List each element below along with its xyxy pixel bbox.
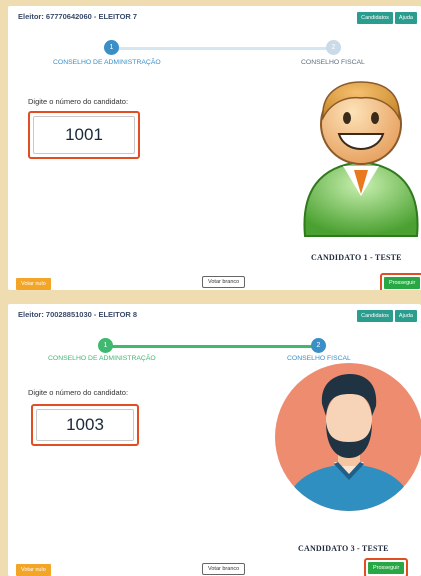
null-vote-button[interactable]: Votar nulo xyxy=(16,278,51,290)
step-2-label: CONSELHO FISCAL xyxy=(301,59,365,66)
candidate-number-prompt: Digite o número do candidato: xyxy=(28,388,129,397)
top-actions: Candidatos Ajuda xyxy=(357,12,417,24)
top-actions: Candidatos Ajuda xyxy=(357,310,417,322)
proceed-highlight: Prosseguir xyxy=(364,558,409,576)
progress-line xyxy=(106,345,320,348)
candidate-number-input[interactable]: 1001 xyxy=(33,116,135,154)
candidate-number-highlight: 1003 xyxy=(31,404,139,446)
candidate-name: CANDIDATO 3 - TESTE xyxy=(298,544,389,553)
progress-line xyxy=(112,47,337,50)
candidates-button[interactable]: Candidatos xyxy=(357,12,393,24)
proceed-highlight: Prosseguir xyxy=(380,273,421,290)
step-2-indicator: 2 xyxy=(326,40,341,55)
candidate-number-highlight: 1001 xyxy=(28,111,140,159)
candidates-button[interactable]: Candidatos xyxy=(357,310,393,322)
blank-vote-button[interactable]: Votar branco xyxy=(202,276,246,288)
candidate-number-prompt: Digite o número do candidato: xyxy=(28,97,129,106)
proceed-button[interactable]: Prosseguir xyxy=(384,277,421,289)
proceed-button[interactable]: Prosseguir xyxy=(368,562,405,574)
bearded-man-avatar-icon xyxy=(275,363,421,511)
candidate-number-input[interactable]: 1003 xyxy=(36,409,134,441)
voter-label: Eleitor: 70028851030 - ELEITOR 8 xyxy=(18,310,138,319)
step-1-indicator: 1 xyxy=(104,40,119,55)
blank-vote-button[interactable]: Votar branco xyxy=(202,563,246,575)
candidate-name: CANDIDATO 1 - TESTE xyxy=(311,253,402,262)
step-1-label: CONSELHO DE ADMINISTRAÇÃO xyxy=(48,355,156,362)
cartoon-man-avatar-icon xyxy=(303,81,419,237)
step-2-indicator: 2 xyxy=(311,338,326,353)
step-1-label: CONSELHO DE ADMINISTRAÇÃO xyxy=(53,59,161,66)
voting-screen-1: Eleitor: 67770642060 - ELEITOR 7 Candida… xyxy=(8,6,421,290)
help-button[interactable]: Ajuda xyxy=(394,310,417,322)
voter-label: Eleitor: 67770642060 - ELEITOR 7 xyxy=(18,12,138,21)
help-button[interactable]: Ajuda xyxy=(394,12,417,24)
step-1-indicator: 1 xyxy=(98,338,113,353)
step-2-label: CONSELHO FISCAL xyxy=(287,355,351,362)
null-vote-button[interactable]: Votar nulo xyxy=(16,564,51,576)
voting-screen-2: Eleitor: 70028851030 - ELEITOR 8 Candida… xyxy=(8,304,421,576)
